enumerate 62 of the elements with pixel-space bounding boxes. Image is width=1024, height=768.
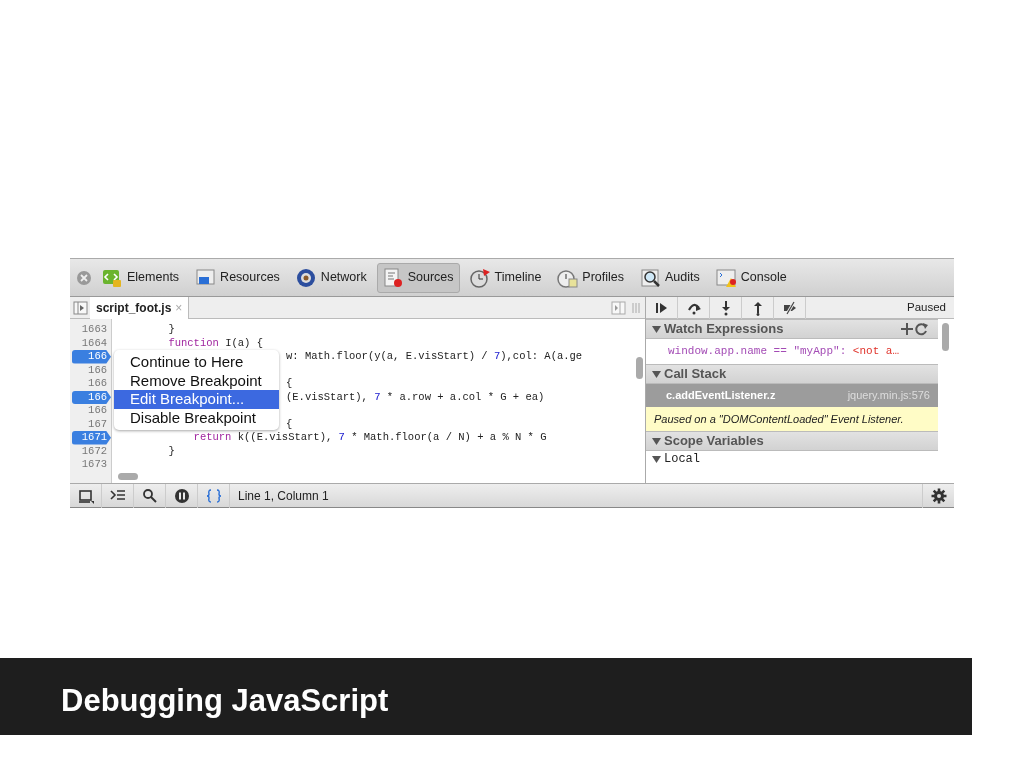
code-line: w: Math.floor(y(a, E.visStart) / 7),col: A(a.ge bbox=[285, 350, 583, 364]
scrollbar-thumb[interactable] bbox=[942, 323, 949, 351]
settings-icon[interactable] bbox=[930, 487, 947, 504]
menu-item[interactable]: Remove Breakpoint bbox=[114, 371, 279, 390]
watch-value: <not a… bbox=[852, 344, 900, 360]
devtools-tab[interactable]: Network bbox=[289, 262, 373, 293]
devtools-tab[interactable]: Elements bbox=[96, 262, 186, 293]
code-line: { bbox=[285, 377, 293, 391]
line-number: 1673 bbox=[80, 458, 108, 472]
devtools-tab[interactable]: Console bbox=[709, 262, 793, 293]
disclosure-triangle-icon[interactable] bbox=[652, 369, 661, 379]
refresh-icon[interactable] bbox=[914, 322, 930, 336]
braces-icon[interactable] bbox=[205, 487, 222, 504]
devtools-tab[interactable]: Timeline bbox=[463, 262, 548, 293]
line-number: 167 bbox=[87, 417, 108, 431]
menu-item[interactable]: Disable Breakpoint bbox=[114, 408, 279, 427]
document-icon bbox=[382, 267, 404, 288]
code-line: } bbox=[167, 323, 175, 337]
disclosure-triangle-icon[interactable] bbox=[652, 454, 661, 464]
breakpoint-line-number[interactable]: 166 bbox=[72, 350, 111, 364]
slide-title: Debugging JavaScript bbox=[60, 682, 390, 720]
code-line: function I(a) { bbox=[167, 336, 263, 350]
scrollbar-thumb[interactable] bbox=[118, 473, 138, 480]
breakpoint-line-number[interactable]: 166 bbox=[72, 390, 111, 404]
magnifier-icon bbox=[640, 267, 662, 288]
line-number: 166 bbox=[87, 377, 108, 391]
menu-item[interactable]: Continue to Here bbox=[114, 353, 279, 372]
line-number: 1664 bbox=[80, 336, 108, 350]
code-line: { bbox=[285, 417, 293, 431]
code-line: } bbox=[167, 444, 175, 458]
scope-item[interactable]: Local bbox=[664, 450, 700, 468]
stopwatch-icon bbox=[469, 267, 491, 288]
line-number: 1672 bbox=[80, 444, 108, 458]
paused-status: Paused bbox=[907, 299, 946, 315]
disclosure-triangle-icon[interactable] bbox=[652, 436, 661, 446]
watch-expression: window.app.name == "myApp": bbox=[668, 344, 848, 360]
terminal-warning-icon bbox=[715, 267, 737, 288]
code-window-icon bbox=[102, 267, 123, 288]
code-line: return k((E.visStart), 7 * Math.floor(a / N) + a % N * G bbox=[192, 431, 547, 445]
globe-icon bbox=[295, 267, 317, 288]
devtools-tab[interactable]: Sources bbox=[376, 262, 460, 293]
line-number: 166 bbox=[87, 404, 108, 418]
scrollbar-thumb[interactable] bbox=[636, 357, 643, 379]
search-icon[interactable] bbox=[141, 487, 158, 504]
dock-icon[interactable] bbox=[77, 487, 94, 504]
clock-icon bbox=[557, 267, 579, 288]
add-icon[interactable] bbox=[900, 322, 914, 336]
devtools-tab[interactable]: Audits bbox=[634, 262, 706, 293]
devtools-tab[interactable]: Resources bbox=[189, 262, 286, 293]
line-number: 166 bbox=[87, 363, 108, 377]
disclosure-triangle-icon[interactable] bbox=[652, 324, 661, 334]
cursor-position: Line 1, Column 1 bbox=[238, 487, 329, 505]
devtools-tab[interactable]: Profiles bbox=[551, 262, 631, 293]
pause-notice: Paused on a "DOMContentLoaded" Event Listener. bbox=[646, 407, 938, 431]
line-number: 1663 bbox=[80, 323, 108, 337]
frame-location: jquery.min.js:576 bbox=[847, 388, 930, 404]
pause-icon[interactable] bbox=[173, 487, 190, 504]
breakpoint-line-number[interactable]: 1671 bbox=[72, 431, 111, 445]
file-tab[interactable]: script_foot.js × bbox=[90, 296, 190, 319]
code-line: (E.visStart), 7 * a.row + a.col * G + ea) bbox=[285, 390, 545, 404]
menu-item[interactable]: Edit Breakpoint... bbox=[114, 390, 279, 409]
breakpoints-off-icon[interactable] bbox=[781, 299, 798, 316]
